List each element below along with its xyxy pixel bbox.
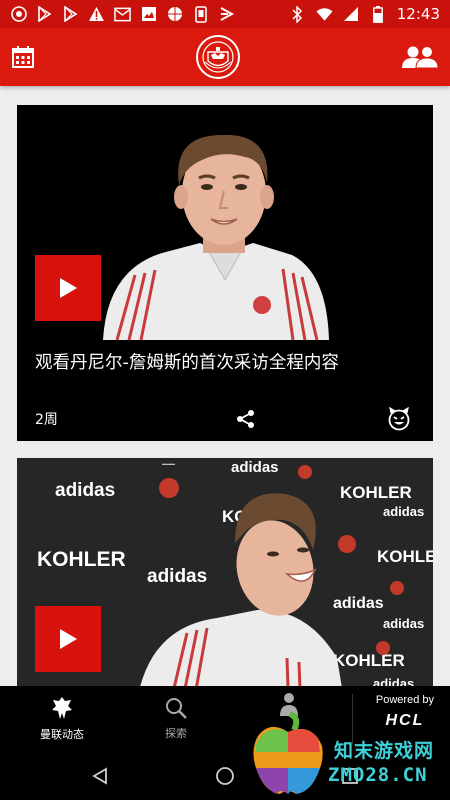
back-icon xyxy=(92,767,107,785)
manchester-united-crest[interactable] xyxy=(195,34,241,80)
svg-text:adidas: adidas xyxy=(147,566,207,587)
bluetooth-icon xyxy=(289,5,306,23)
club-icon xyxy=(52,697,72,719)
card-footer: 2周 xyxy=(35,405,411,433)
svg-text:adidas: adidas xyxy=(333,595,384,612)
search-icon xyxy=(166,698,187,719)
svg-text:adidas: adidas xyxy=(231,459,279,476)
phone-icon xyxy=(192,5,209,23)
share-icon[interactable] xyxy=(236,409,256,429)
clock: 12:43 xyxy=(396,5,440,23)
watermark-url: ZMO28.CN xyxy=(328,764,428,786)
svg-text:KOHLER: KOHLER xyxy=(333,651,405,670)
svg-text:KOHLER: KOHLER xyxy=(37,548,126,571)
play-icon xyxy=(60,278,77,298)
status-bar: 12:43 xyxy=(0,0,450,28)
warning-icon xyxy=(88,6,105,23)
video-card[interactable]: 观看丹尼尔-詹姆斯的首次采访全程内容 2周 xyxy=(17,105,433,441)
watermark-text: 知末游戏网 xyxy=(334,740,435,762)
play-store-icon xyxy=(36,6,53,23)
nav-item-explore[interactable]: 探索 xyxy=(150,686,202,752)
card-age: 2周 xyxy=(35,412,58,428)
battery-icon xyxy=(370,5,387,23)
news-feed[interactable]: 观看丹尼尔-詹姆斯的首次采访全程内容 2周 adidas — adidas KO… xyxy=(0,86,450,686)
nav-label: 探索 xyxy=(165,727,187,740)
apple-logo-watermark xyxy=(253,712,323,794)
nav-label: 曼联动态 xyxy=(40,728,84,741)
svg-text:—: — xyxy=(162,458,175,471)
svg-text:adidas: adidas xyxy=(55,480,115,501)
home-icon xyxy=(216,767,234,785)
mail-icon xyxy=(114,6,131,23)
play-button[interactable] xyxy=(35,255,101,321)
ball-icon xyxy=(166,6,183,23)
man-utd-icon xyxy=(10,6,27,23)
delivery-icon xyxy=(218,6,235,23)
app-bar xyxy=(0,28,450,86)
nav-item-news[interactable]: 曼联动态 xyxy=(30,686,94,752)
home-button[interactable] xyxy=(213,764,237,788)
video-card[interactable]: adidas — adidas KOHLER adidas KOHLER adi… xyxy=(17,458,433,686)
svg-text:adidas: adidas xyxy=(373,676,414,686)
signal-icon xyxy=(343,6,360,23)
svg-text:KOHLER: KOHLER xyxy=(377,547,433,566)
calendar-icon[interactable] xyxy=(10,44,36,70)
card-title[interactable]: 观看丹尼尔-詹姆斯的首次采访全程内容 xyxy=(35,349,339,374)
play-store-icon xyxy=(62,6,79,23)
image-icon xyxy=(140,6,157,23)
notification-icons xyxy=(10,5,235,23)
system-icons: 12:43 xyxy=(289,5,440,23)
svg-text:adidas: adidas xyxy=(383,616,424,631)
devil-emoji-icon[interactable] xyxy=(387,407,411,431)
site-watermark: 知末游戏网 ZMO28.CN xyxy=(250,700,450,800)
wifi-icon xyxy=(316,6,333,23)
play-icon xyxy=(60,629,77,649)
play-button[interactable] xyxy=(35,606,101,672)
svg-text:adidas: adidas xyxy=(383,504,424,519)
back-button[interactable] xyxy=(88,764,112,788)
people-icon[interactable] xyxy=(400,44,440,70)
svg-text:KOHLER: KOHLER xyxy=(340,483,412,502)
